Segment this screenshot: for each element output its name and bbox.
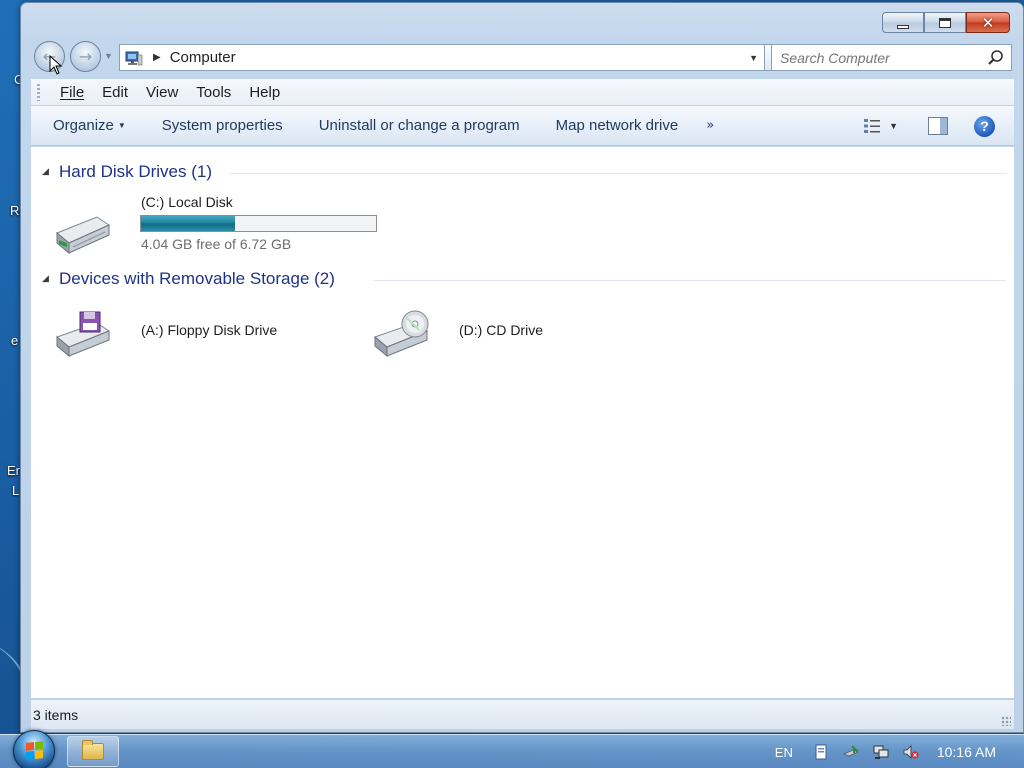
drive-usage-fill <box>141 216 235 231</box>
menu-tools[interactable]: Tools <box>187 84 240 101</box>
system-properties-button[interactable]: System properties <box>144 117 301 134</box>
uninstall-program-button[interactable]: Uninstall or change a program <box>301 117 538 134</box>
maximize-icon <box>939 17 951 28</box>
command-bar: Organize ▼ System properties Uninstall or… <box>31 106 1014 146</box>
computer-icon <box>125 51 143 65</box>
caption-buttons: ✕ <box>882 12 1010 33</box>
group-title: Hard Disk Drives (1) <box>59 162 213 181</box>
maximize-button[interactable] <box>924 12 966 33</box>
safely-remove-hardware-icon[interactable] <box>842 744 859 760</box>
group-divider <box>373 280 1006 281</box>
cd-drive-icon <box>374 310 429 357</box>
clock[interactable]: 10:16 AM <box>937 744 996 760</box>
taskbar: EN 10:16 AM <box>0 730 1024 768</box>
action-center-icon[interactable] <box>813 744 829 760</box>
menu-bar: File Edit View Tools Help <box>31 79 1014 106</box>
recent-pages-dropdown-icon[interactable]: ▼ <box>104 51 113 61</box>
forward-button[interactable]: → <box>70 41 101 72</box>
address-bar[interactable]: ▶ Computer ▼ <box>119 44 765 71</box>
view-options-dropdown-icon[interactable]: ▼ <box>889 121 898 131</box>
help-icon[interactable]: ? <box>974 115 995 137</box>
resize-grip[interactable] <box>1001 716 1011 726</box>
menu-help[interactable]: Help <box>240 84 289 101</box>
drive-item-d[interactable]: (D:) CD Drive <box>371 309 571 361</box>
collapse-triangle-icon[interactable]: ◢ <box>42 166 49 177</box>
organize-label: Organize <box>53 117 114 134</box>
drive-name: (C:) Local Disk <box>141 194 233 210</box>
drive-usage-bar <box>140 215 377 232</box>
status-bar: 3 items <box>31 699 1014 729</box>
language-indicator[interactable]: EN <box>775 745 793 760</box>
command-bar-right: ▼ ? <box>863 106 1014 146</box>
menu-grip <box>37 84 40 101</box>
network-icon[interactable] <box>873 744 889 760</box>
navigation-bar: ← → ▼ ▶ Computer ▼ ⇆ <box>33 41 1018 75</box>
item-count: 3 items <box>33 706 79 723</box>
group-title: Devices with Removable Storage (2) <box>59 269 335 288</box>
drive-name: (D:) CD Drive <box>459 322 543 338</box>
menu-file[interactable]: File <box>51 84 93 101</box>
more-commands-button[interactable]: » <box>696 118 724 133</box>
group-header-hard-disk-drives[interactable]: ◢ Hard Disk Drives (1) <box>31 162 1014 184</box>
folder-icon <box>82 740 104 760</box>
drive-item-a[interactable]: (A:) Floppy Disk Drive <box>53 309 323 361</box>
breadcrumb-chevron-icon[interactable]: ▶ <box>153 52 161 63</box>
map-network-drive-button[interactable]: Map network drive <box>538 117 697 134</box>
menu-view[interactable]: View <box>137 84 187 101</box>
search-icon[interactable] <box>987 49 1005 67</box>
group-header-removable-storage[interactable]: ◢ Devices with Removable Storage (2) <box>31 269 1014 291</box>
menu-edit[interactable]: Edit <box>93 84 137 101</box>
desktop-icon-label[interactable]: e <box>11 333 18 348</box>
minimize-button[interactable] <box>882 12 924 33</box>
close-icon: ✕ <box>981 13 995 32</box>
forward-arrow-icon: → <box>78 47 93 66</box>
hard-disk-icon <box>56 216 111 255</box>
desktop-icon-label[interactable]: L <box>12 483 19 498</box>
mouse-cursor-icon <box>49 55 63 75</box>
start-button[interactable] <box>13 730 55 768</box>
minimize-icon <box>897 24 909 29</box>
drive-item-c[interactable]: (C:) Local Disk 4.04 GB free of 6.72 GB <box>53 193 383 257</box>
preview-pane-icon[interactable] <box>928 117 948 135</box>
breadcrumb-location[interactable]: Computer <box>170 49 236 66</box>
content-pane: ◢ Hard Disk Drives (1) (C:) Local Disk 4… <box>31 147 1014 698</box>
drive-name: (A:) Floppy Disk Drive <box>141 322 278 338</box>
search-input[interactable] <box>772 49 987 66</box>
close-button[interactable]: ✕ <box>966 12 1010 33</box>
explorer-window: ✕ ← → ▼ ▶ Computer ▼ ⇆ <box>20 2 1024 733</box>
address-history-dropdown-icon[interactable]: ▼ <box>749 53 758 63</box>
volume-muted-icon[interactable] <box>903 744 919 760</box>
change-view-icon[interactable] <box>863 117 883 135</box>
drive-free-space: 4.04 GB free of 6.72 GB <box>141 236 292 252</box>
search-box <box>771 44 1012 71</box>
system-tray: EN 10:16 AM <box>775 735 1024 768</box>
floppy-drive-icon <box>56 311 111 357</box>
organize-button[interactable]: Organize ▼ <box>31 117 144 134</box>
collapse-triangle-icon[interactable]: ◢ <box>42 273 49 284</box>
taskbar-explorer-button[interactable] <box>67 736 119 767</box>
group-divider <box>229 173 1006 174</box>
chevron-down-icon: ▼ <box>117 121 126 130</box>
